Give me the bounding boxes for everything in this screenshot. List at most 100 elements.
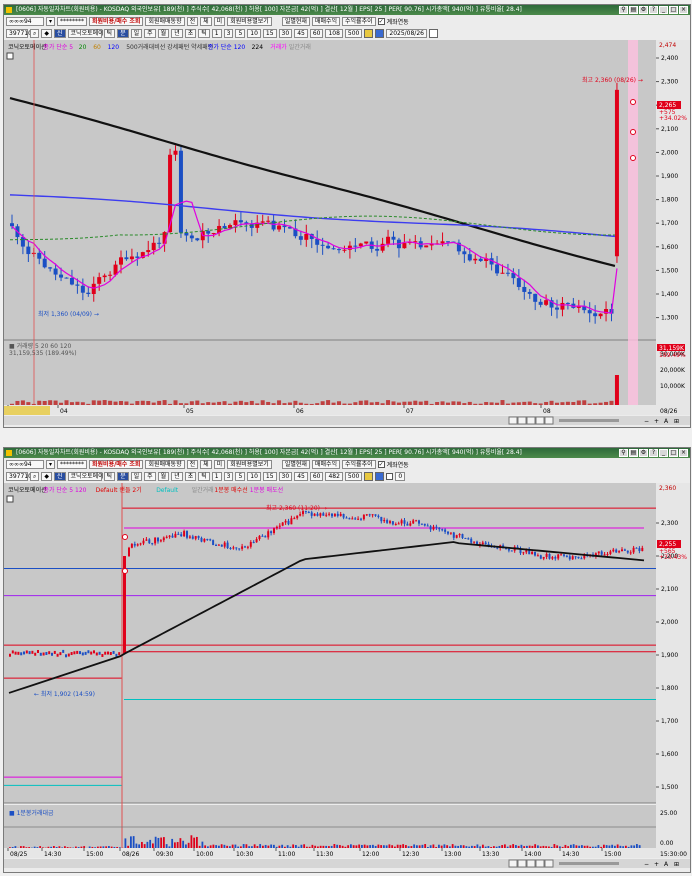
zoom-control-icon[interactable]: −	[644, 418, 649, 425]
scroll-button[interactable]	[535, 859, 545, 868]
credit-icon[interactable]: 신	[54, 472, 66, 481]
count-input[interactable]: 108	[325, 29, 343, 38]
account-link-checkbox[interactable]: ✓	[377, 461, 385, 468]
all-button[interactable]: 전	[186, 17, 199, 26]
settings-icon[interactable]: ⚙	[639, 6, 648, 14]
member-cost-query-button[interactable]: 회원비용/매수 조회	[89, 17, 144, 26]
interval-30[interactable]: 30	[278, 472, 293, 481]
member-cost-view-button[interactable]: 회원비용별보기	[227, 17, 272, 26]
daily-price-chart[interactable]: 코닉오토메이션종가 단순 5 20 60 120 500거래대비선 강세패턴 약세패턴종…	[4, 40, 690, 427]
scroll-button[interactable]	[544, 416, 554, 425]
save-icon[interactable]	[375, 472, 385, 481]
period-week[interactable]: 주	[144, 29, 156, 38]
date-input[interactable]: 2025/08/26	[386, 29, 427, 38]
daily-current-button[interactable]: 일별현재	[281, 460, 310, 469]
stock-code-input[interactable]: 397710	[6, 29, 32, 38]
daily-current-button[interactable]: 일별현재	[281, 17, 310, 26]
pen-icon[interactable]	[364, 472, 374, 481]
scroll-button[interactable]	[526, 859, 536, 868]
date-input[interactable]: 0	[395, 472, 406, 481]
print-icon[interactable]: ▤	[629, 6, 638, 14]
count-input[interactable]: 482	[325, 472, 343, 481]
interval-45[interactable]: 45	[294, 472, 308, 481]
interval-45[interactable]: 45	[294, 29, 308, 38]
close-icon[interactable]: ×	[679, 449, 688, 457]
password-field[interactable]: ********	[57, 460, 88, 469]
interval-10[interactable]: 10	[247, 29, 261, 38]
period-day[interactable]: 일	[130, 472, 143, 481]
zoom-slider[interactable]	[559, 419, 619, 422]
minimize-icon[interactable]: _	[659, 449, 668, 457]
interval-1[interactable]: 1	[211, 472, 222, 481]
interval-5[interactable]: 5	[235, 472, 246, 481]
password-field[interactable]: ********	[57, 17, 88, 26]
profit-trend-button[interactable]: 수익률추이	[342, 460, 376, 469]
nav-icon[interactable]: ◆	[41, 29, 52, 38]
period-month[interactable]: 월	[157, 472, 170, 481]
pen-icon[interactable]	[364, 29, 374, 38]
scroll-button[interactable]	[508, 859, 518, 868]
scroll-button[interactable]	[517, 859, 527, 868]
period-second[interactable]: 초	[184, 472, 197, 481]
settings-icon[interactable]: ⚙	[639, 449, 648, 457]
close-icon[interactable]: ×	[679, 6, 688, 14]
profit-trend-button[interactable]: 수익률추이	[342, 17, 376, 26]
account-select[interactable]: ∞∞∞94	[6, 460, 44, 469]
member-trade-trend-button[interactable]: 회원매매동향	[145, 460, 185, 469]
search-icon[interactable]: ⌕	[30, 472, 40, 481]
stock-code-input[interactable]: 397710	[6, 472, 32, 481]
period-tick-2[interactable]: 틱	[198, 29, 210, 38]
maximize-icon[interactable]: □	[669, 449, 678, 457]
zoom-slider[interactable]	[559, 862, 619, 865]
period-month[interactable]: 월	[157, 29, 170, 38]
interval-1[interactable]: 1	[211, 29, 222, 38]
minute-price-chart[interactable]: 코닉오토메이션종가 단순 5 120 Default 캔들 2기 Default 일간…	[4, 483, 690, 872]
period-year[interactable]: 년	[171, 472, 183, 481]
interval-10[interactable]: 10	[247, 472, 261, 481]
volume-pane[interactable]	[4, 340, 656, 405]
period-tick[interactable]: 틱	[103, 472, 116, 481]
period-tick[interactable]: 틱	[103, 29, 116, 38]
maximize-icon[interactable]: □	[669, 6, 678, 14]
help-icon[interactable]: ?	[649, 449, 658, 457]
credit-icon[interactable]: 신	[54, 29, 66, 38]
scroll-button[interactable]	[517, 416, 527, 425]
member-trade-trend-button[interactable]: 회원매매동향	[145, 17, 185, 26]
zoom-control-icon[interactable]: +	[654, 418, 659, 425]
body-button[interactable]: 체	[200, 17, 212, 26]
legend-toggle-icon[interactable]	[6, 495, 14, 503]
account-select[interactable]: ∞∞∞94	[6, 17, 44, 26]
save-icon[interactable]	[375, 29, 385, 38]
minimize-icon[interactable]: _	[659, 6, 668, 14]
un-button[interactable]: 미	[213, 460, 226, 469]
period-second[interactable]: 초	[184, 29, 197, 38]
volume-pane[interactable]	[4, 805, 656, 848]
search-icon[interactable]: ⌕	[30, 29, 40, 38]
interval-30[interactable]: 30	[278, 29, 293, 38]
price-pane[interactable]	[4, 483, 656, 803]
account-link-checkbox[interactable]: ✓	[377, 18, 385, 25]
period-minute[interactable]: 분	[117, 472, 129, 481]
period-week[interactable]: 주	[144, 472, 156, 481]
interval-3[interactable]: 3	[223, 29, 234, 38]
date-checkbox[interactable]	[386, 473, 394, 480]
un-button[interactable]: 미	[213, 17, 226, 26]
scroll-button[interactable]	[535, 416, 545, 425]
interval-5[interactable]: 5	[235, 29, 246, 38]
zoom-control-icon[interactable]: −	[644, 861, 649, 868]
chevron-down-icon[interactable]: ▾	[46, 460, 56, 469]
interval-3[interactable]: 3	[223, 472, 234, 481]
period-year[interactable]: 년	[171, 29, 183, 38]
zoom-control-icon[interactable]: +	[654, 861, 659, 868]
help-icon[interactable]: ?	[649, 6, 658, 14]
link-icon[interactable]: ⚲	[619, 449, 628, 457]
interval-60[interactable]: 60	[309, 29, 324, 38]
period-day[interactable]: 일	[130, 29, 143, 38]
price-pane[interactable]	[4, 40, 656, 340]
calendar-icon[interactable]	[428, 29, 438, 38]
member-cost-query-button[interactable]: 회원비용/매수 조회	[89, 460, 144, 469]
chevron-down-icon[interactable]: ▾	[46, 17, 56, 26]
interval-15[interactable]: 15	[262, 472, 277, 481]
period-tick-2[interactable]: 틱	[198, 472, 210, 481]
legend-toggle-icon[interactable]	[6, 52, 14, 60]
